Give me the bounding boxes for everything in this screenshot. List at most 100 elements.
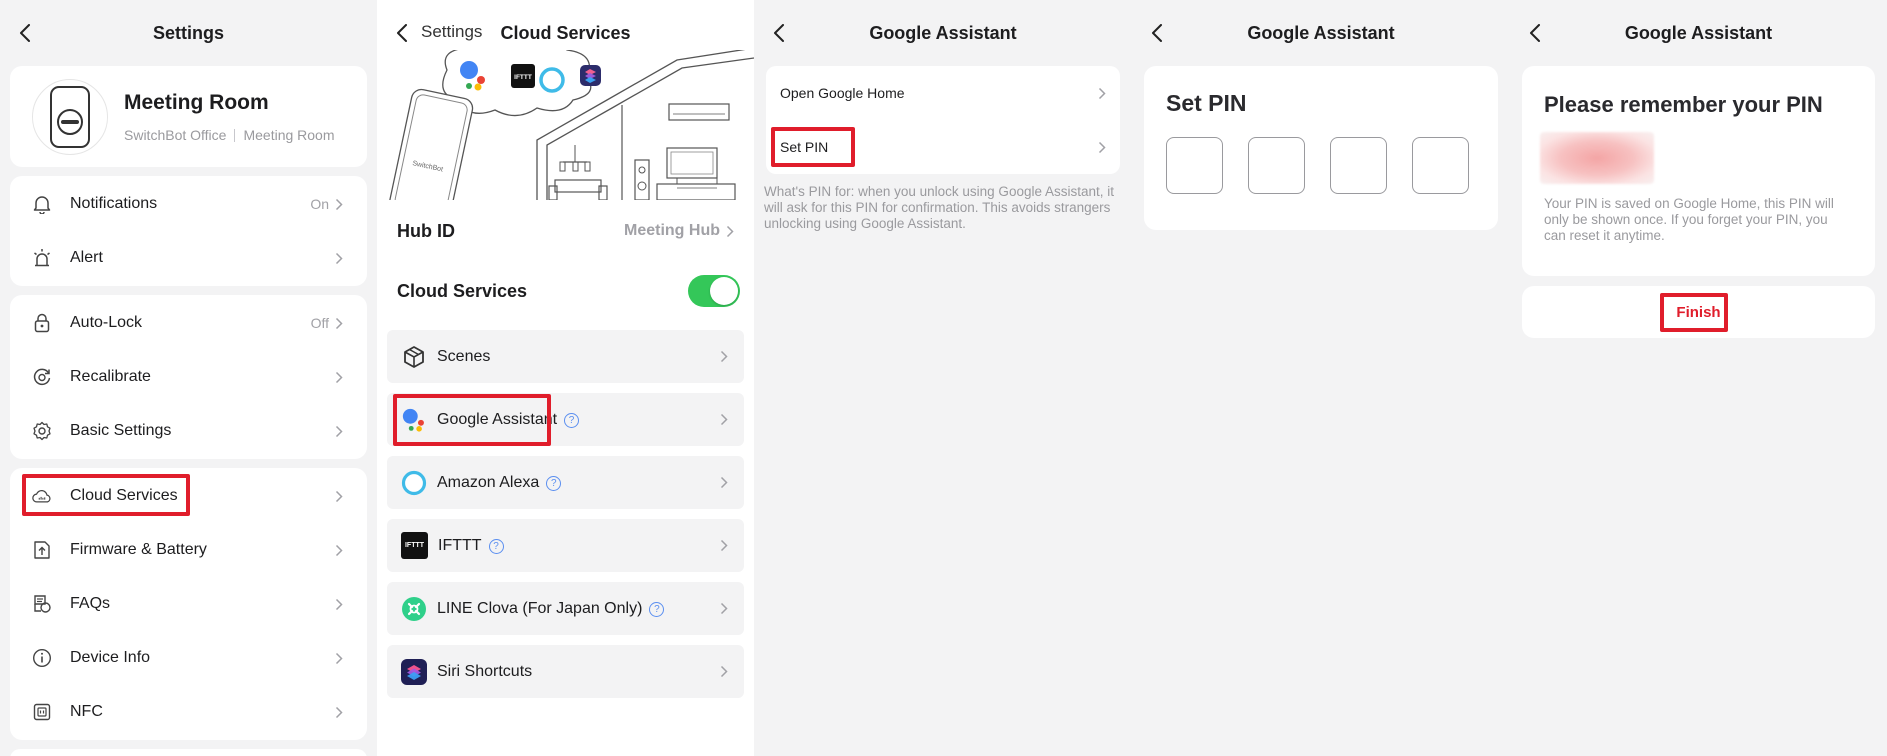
ifttt-icon: IFTTT <box>401 532 428 559</box>
pin-input-group <box>1166 137 1476 194</box>
device-card[interactable]: Meeting Room SwitchBot Office Meeting Roo… <box>10 66 367 167</box>
chevron-left-icon <box>20 24 30 42</box>
alert-row[interactable]: Alert <box>10 231 367 285</box>
set-pin-row[interactable]: Set PIN <box>766 120 1120 174</box>
firmware-battery-label: Firmware & Battery <box>70 541 207 558</box>
pin-digit-input[interactable] <box>1248 137 1305 194</box>
nav-bar: Settings Cloud Services <box>377 0 754 66</box>
back-label[interactable]: Settings <box>421 22 482 42</box>
back-button[interactable] <box>766 20 792 46</box>
chevron-left-icon <box>397 24 407 42</box>
back-button[interactable] <box>1522 20 1548 46</box>
remember-pin-note: Your PIN is saved on Google Home, this P… <box>1544 196 1834 243</box>
set-pin-card: Set PIN <box>1144 66 1498 230</box>
auto-lock-label: Auto-Lock <box>70 314 143 331</box>
google-assistant-label: Google Assistant? <box>437 410 580 429</box>
scenes-label: Scenes <box>437 347 491 365</box>
chevron-right-icon <box>335 198 343 210</box>
chevron-right-icon <box>335 598 343 610</box>
notifications-label: Notifications <box>70 195 158 212</box>
chevron-right-icon <box>720 476 728 489</box>
back-button[interactable] <box>12 20 38 46</box>
set-pin-label: Set PIN <box>780 139 829 155</box>
device-home: SwitchBot Office <box>124 126 227 143</box>
page-title: Google Assistant <box>869 22 1017 43</box>
siri-shortcuts-icon <box>401 658 427 685</box>
nfc-row[interactable]: NFC <box>10 685 367 739</box>
recalibrate-row[interactable]: Recalibrate <box>10 350 367 404</box>
amazon-alexa-row[interactable]: Amazon Alexa? <box>387 456 744 509</box>
recalibrate-icon <box>32 367 52 387</box>
bell-icon <box>32 194 52 214</box>
open-google-home-label: Open Google Home <box>780 85 905 101</box>
blurred-pin <box>1540 132 1654 184</box>
faq-icon <box>32 594 52 614</box>
chevron-right-icon <box>726 225 734 237</box>
help-icon[interactable]: ? <box>488 538 504 554</box>
device-info: Meeting Room SwitchBot Office Meeting Roo… <box>124 91 335 143</box>
set-pin-title: Set PIN <box>1166 90 1247 116</box>
firmware-icon <box>32 540 52 560</box>
finish-button[interactable]: Finish <box>1522 286 1875 338</box>
help-icon[interactable]: ? <box>546 475 562 491</box>
device-room: Meeting Room <box>243 126 335 143</box>
recalibrate-label: Recalibrate <box>70 368 151 385</box>
chevron-left-icon <box>1530 24 1540 42</box>
settings-screen: Settings Meeting Room SwitchBot Office Me… <box>0 0 377 756</box>
settings-group-1: Notifications On Alert <box>10 176 367 286</box>
pin-digit-input[interactable] <box>1330 137 1387 194</box>
nav-bar: Google Assistant <box>1510 0 1887 66</box>
help-icon[interactable]: ? <box>564 412 580 428</box>
faqs-label: FAQs <box>70 595 111 612</box>
info-icon <box>32 648 52 668</box>
pin-digit-input[interactable] <box>1412 137 1469 194</box>
siri-shortcuts-row[interactable]: Siri Shortcuts <box>387 645 744 698</box>
open-google-home-row[interactable]: Open Google Home <box>766 66 1120 120</box>
chevron-right-icon <box>335 425 343 437</box>
remember-pin-screen: Google Assistant Please remember your PI… <box>1510 0 1887 756</box>
notifications-value: On <box>310 196 329 212</box>
scenes-row[interactable]: Scenes <box>387 330 744 383</box>
google-assistant-text: Google Assistant <box>437 410 558 428</box>
chevron-right-icon <box>1098 141 1106 153</box>
chevron-right-icon <box>720 539 728 552</box>
chevron-right-icon <box>1098 87 1106 99</box>
basic-settings-label: Basic Settings <box>70 422 172 439</box>
notifications-row[interactable]: Notifications On <box>10 177 367 231</box>
back-button[interactable] <box>1144 20 1170 46</box>
line-clova-row[interactable]: LINE Clova (For Japan Only)? <box>387 582 744 635</box>
chevron-left-icon <box>774 24 784 42</box>
divider <box>234 128 236 142</box>
cloud-services-screen: IFTTT SwitchBot Settings Cloud Services … <box>377 0 754 756</box>
ifttt-icon-text: IFTTT <box>514 74 532 81</box>
cloud-services-toggle[interactable] <box>688 275 740 307</box>
google-assistant-screen: Google Assistant Open Google Home Set PI… <box>754 0 1132 756</box>
chevron-right-icon <box>335 652 343 664</box>
pin-digit-input[interactable] <box>1166 137 1223 194</box>
finish-label: Finish <box>1676 303 1721 321</box>
ifttt-label: IFTTT? <box>438 537 504 555</box>
faqs-row[interactable]: FAQs <box>10 577 367 631</box>
ifttt-row[interactable]: IFTTT IFTTT? <box>387 519 744 572</box>
cloud-icon <box>32 486 52 506</box>
chevron-right-icon <box>720 602 728 615</box>
help-icon[interactable]: ? <box>649 601 665 617</box>
siren-icon <box>32 248 52 268</box>
google-assistant-options: Open Google Home Set PIN <box>766 66 1120 174</box>
page-title: Google Assistant <box>1247 22 1395 43</box>
cloud-services-row[interactable]: Cloud Services <box>10 469 367 523</box>
firmware-battery-row[interactable]: Firmware & Battery <box>10 523 367 577</box>
nav-bar: Google Assistant <box>1132 0 1510 66</box>
google-assistant-row[interactable]: Google Assistant? <box>387 393 744 446</box>
auto-lock-row[interactable]: Auto-Lock Off <box>10 296 367 350</box>
gear-icon <box>32 421 52 441</box>
device-info-row[interactable]: Device Info <box>10 631 367 685</box>
basic-settings-row[interactable]: Basic Settings <box>10 404 367 458</box>
cloud-services-label: Cloud Services <box>397 280 528 301</box>
back-button[interactable] <box>389 20 415 46</box>
set-pin-screen: Google Assistant Set PIN <box>1132 0 1510 756</box>
scenes-icon <box>401 344 427 370</box>
amazon-alexa-label: Amazon Alexa? <box>437 474 562 492</box>
remember-pin-card: Please remember your PIN Your PIN is sav… <box>1522 66 1875 276</box>
hub-id-row[interactable]: Hub ID Meeting Hub <box>377 200 754 262</box>
